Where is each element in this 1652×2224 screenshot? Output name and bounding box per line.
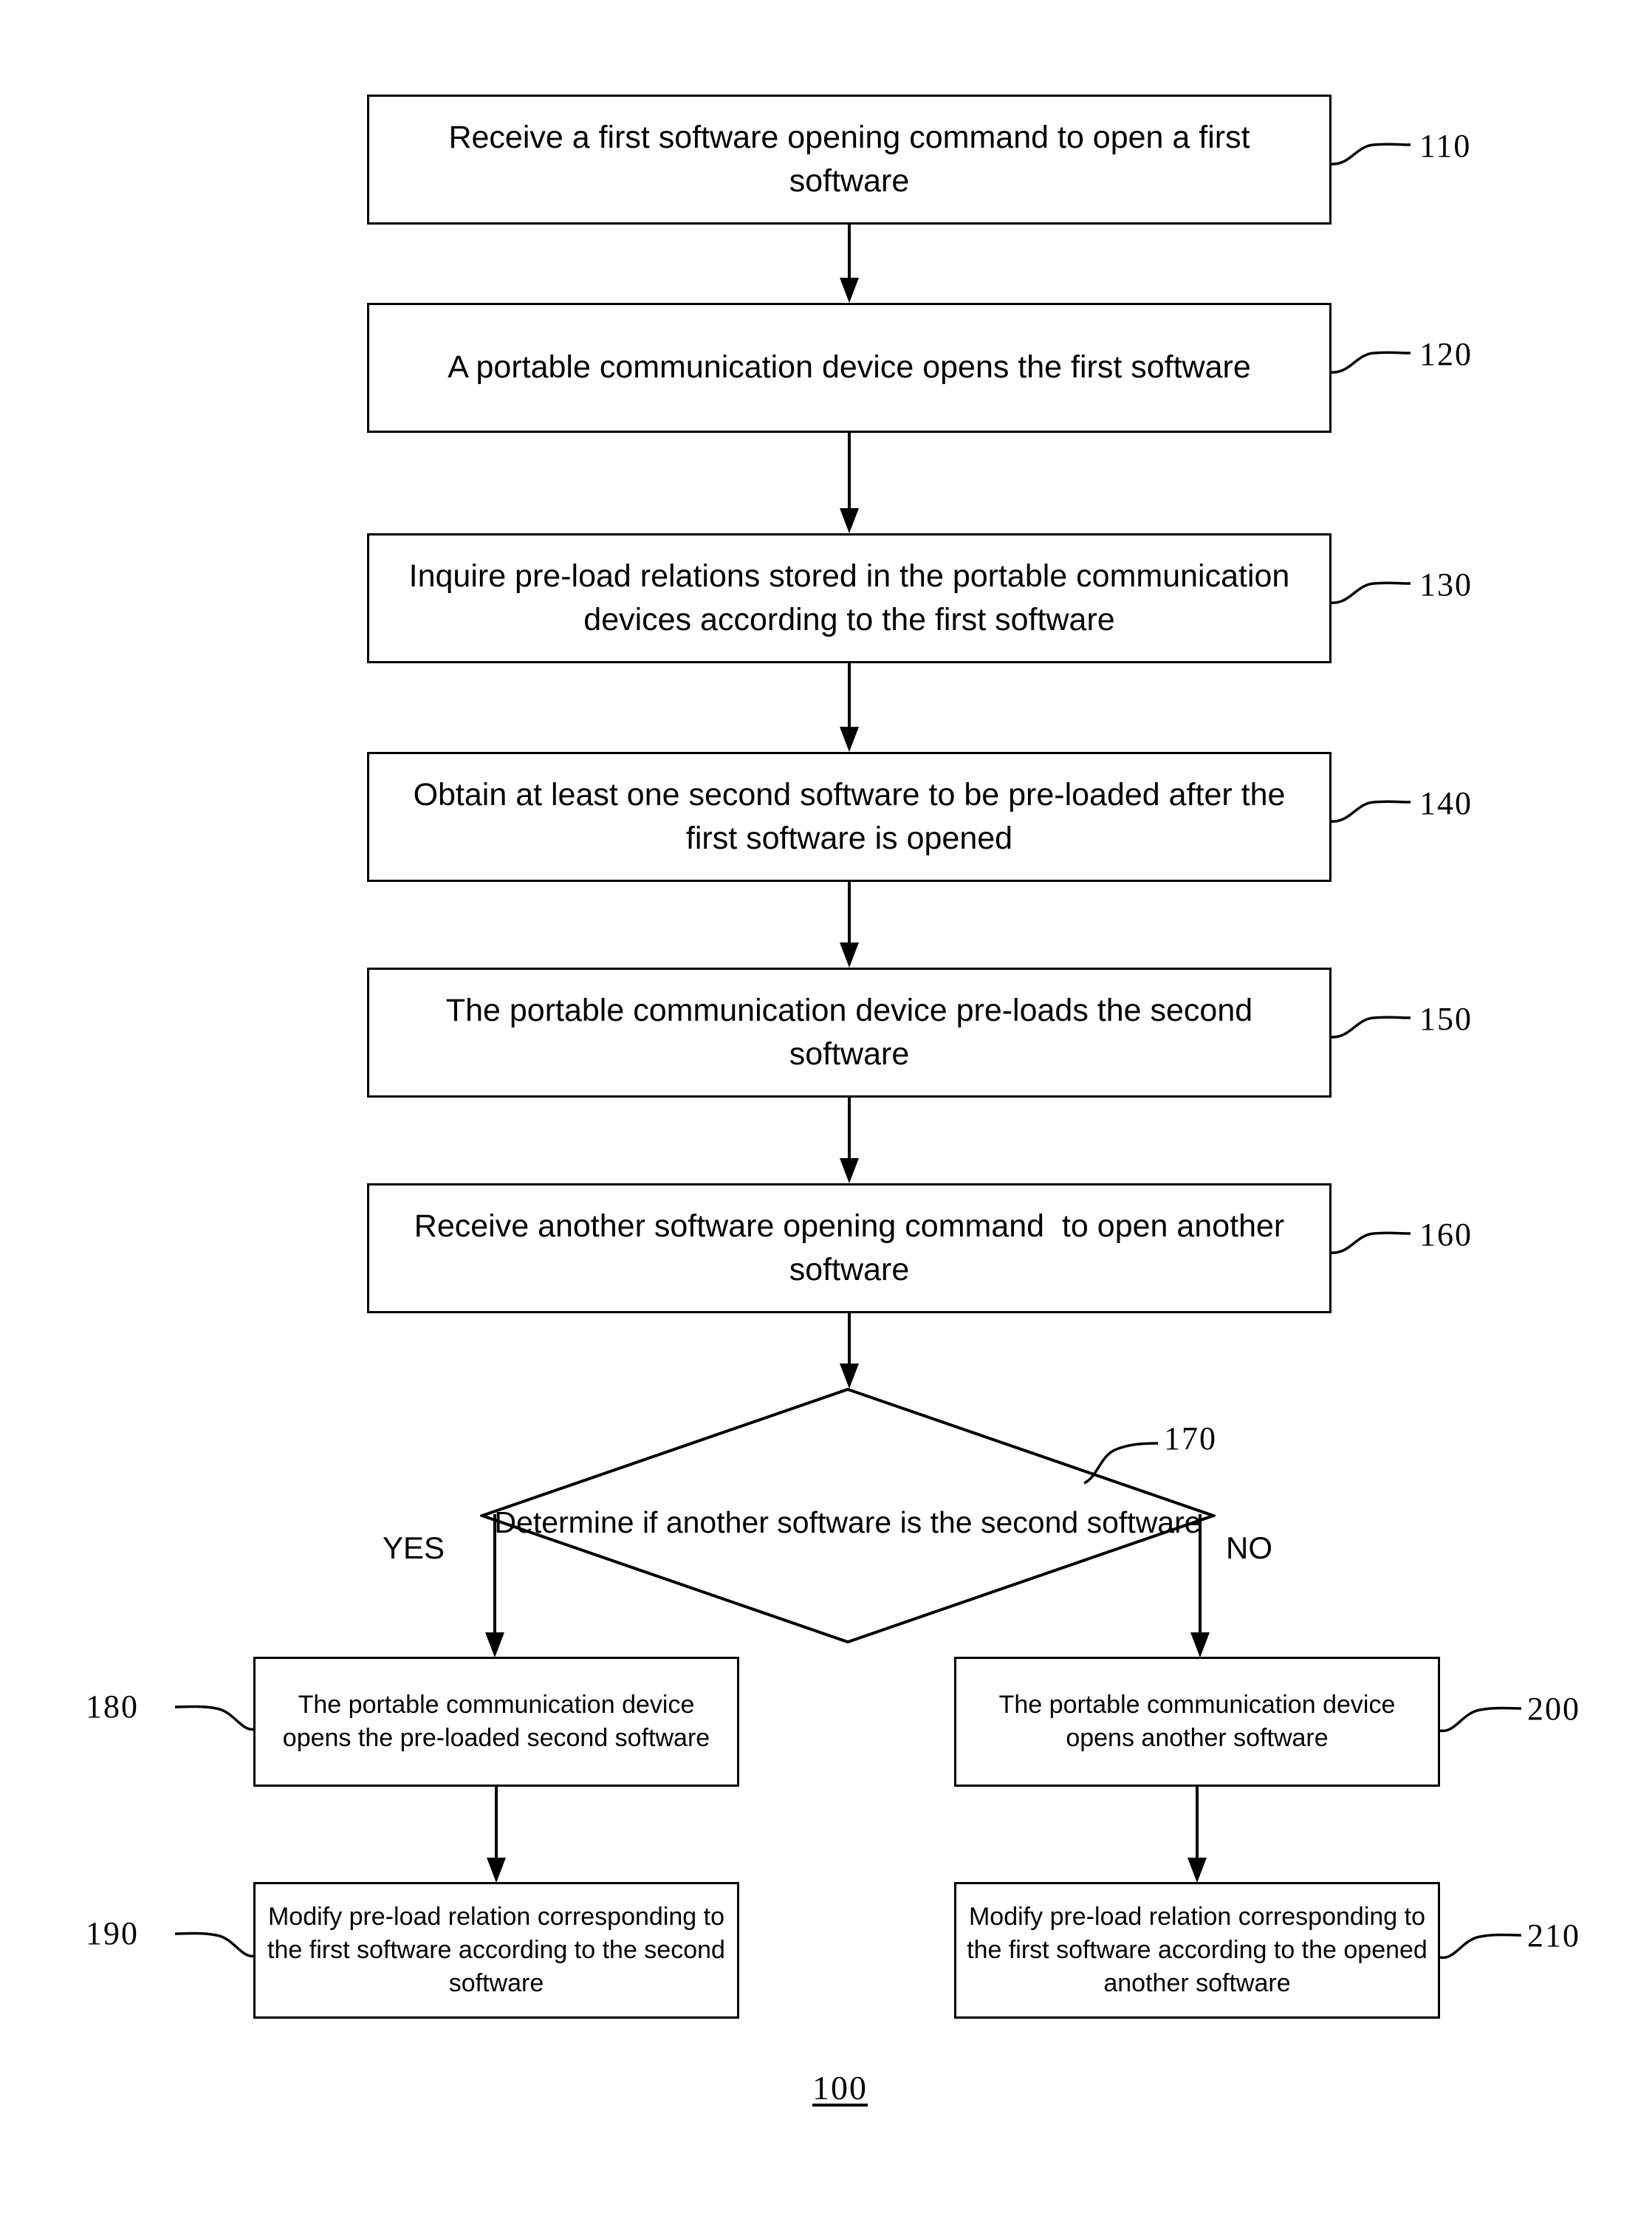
diamond-shape-icon bbox=[480, 1387, 1216, 1644]
leader-line-180 bbox=[174, 1701, 256, 1735]
reference-number-150: 150 bbox=[1419, 1001, 1473, 1037]
connector-140-to-150 bbox=[834, 882, 864, 969]
process-box-180: The portable communication device opens … bbox=[253, 1657, 739, 1787]
process-box-140-label: Obtain at least one second software to b… bbox=[413, 776, 1295, 856]
process-box-210-label: Modify pre-load relation corresponding t… bbox=[967, 1902, 1435, 1998]
reference-number-130: 130 bbox=[1419, 567, 1473, 603]
figure-number: 100 bbox=[812, 2069, 868, 2107]
leader-line-130 bbox=[1330, 579, 1412, 609]
process-box-120: A portable communication device opens th… bbox=[367, 303, 1331, 433]
leader-line-110 bbox=[1330, 140, 1412, 170]
connector-160-to-170 bbox=[834, 1313, 864, 1390]
connector-110-to-120 bbox=[834, 225, 864, 304]
process-box-130: Inquire pre-load relations stored in the… bbox=[367, 533, 1331, 663]
process-box-130-label: Inquire pre-load relations stored in the… bbox=[408, 558, 1299, 637]
leader-line-120 bbox=[1330, 349, 1412, 378]
patent-flowchart-figure: Receive a first software opening command… bbox=[0, 0, 1652, 2224]
reference-number-140: 140 bbox=[1419, 785, 1473, 821]
leader-line-160 bbox=[1330, 1229, 1412, 1259]
reference-number-200: 200 bbox=[1527, 1691, 1580, 1727]
connector-150-to-160 bbox=[834, 1098, 864, 1185]
decision-yes-label: YES bbox=[383, 1530, 445, 1565]
reference-number-110: 110 bbox=[1419, 128, 1472, 164]
process-box-150-label: The portable communication device pre-lo… bbox=[445, 992, 1262, 1072]
process-box-110: Receive a first software opening command… bbox=[367, 95, 1331, 225]
leader-line-140 bbox=[1330, 798, 1412, 827]
process-box-110-label: Receive a first software opening command… bbox=[448, 119, 1259, 199]
process-box-150: The portable communication device pre-lo… bbox=[367, 968, 1331, 1098]
leader-line-210 bbox=[1439, 1929, 1523, 1963]
process-box-190: Modify pre-load relation corresponding t… bbox=[253, 1882, 739, 2019]
process-box-210: Modify pre-load relation corresponding t… bbox=[954, 1882, 1440, 2019]
connector-200-to-210 bbox=[1182, 1787, 1212, 1884]
reference-number-210: 210 bbox=[1527, 1917, 1580, 1954]
process-box-160: Receive another software opening command… bbox=[367, 1183, 1331, 1313]
reference-number-180: 180 bbox=[86, 1688, 139, 1725]
process-box-190-label: Modify pre-load relation corresponding t… bbox=[267, 1902, 733, 1998]
process-box-200: The portable communication device opens … bbox=[954, 1657, 1440, 1787]
connector-130-to-140 bbox=[834, 663, 864, 753]
process-box-120-label: A portable communication device opens th… bbox=[448, 349, 1251, 386]
leader-line-200 bbox=[1439, 1703, 1523, 1737]
leader-line-150 bbox=[1330, 1013, 1412, 1043]
connector-180-to-190 bbox=[481, 1787, 511, 1884]
process-box-180-label: The portable communication device opens … bbox=[282, 1690, 710, 1752]
process-box-200-label: The portable communication device opens … bbox=[998, 1690, 1402, 1752]
reference-number-120: 120 bbox=[1419, 336, 1473, 372]
process-box-140: Obtain at least one second software to b… bbox=[367, 752, 1331, 882]
decision-no-label: NO bbox=[1226, 1530, 1272, 1565]
reference-number-170: 170 bbox=[1164, 1420, 1217, 1457]
decision-diamond-170: Determine if another software is the sec… bbox=[480, 1387, 1216, 1644]
process-box-160-label: Receive another software opening command… bbox=[414, 1208, 1294, 1287]
leader-line-190 bbox=[174, 1928, 256, 1962]
reference-number-190: 190 bbox=[86, 1915, 139, 1951]
reference-number-160: 160 bbox=[1419, 1217, 1473, 1253]
connector-120-to-130 bbox=[834, 433, 864, 535]
